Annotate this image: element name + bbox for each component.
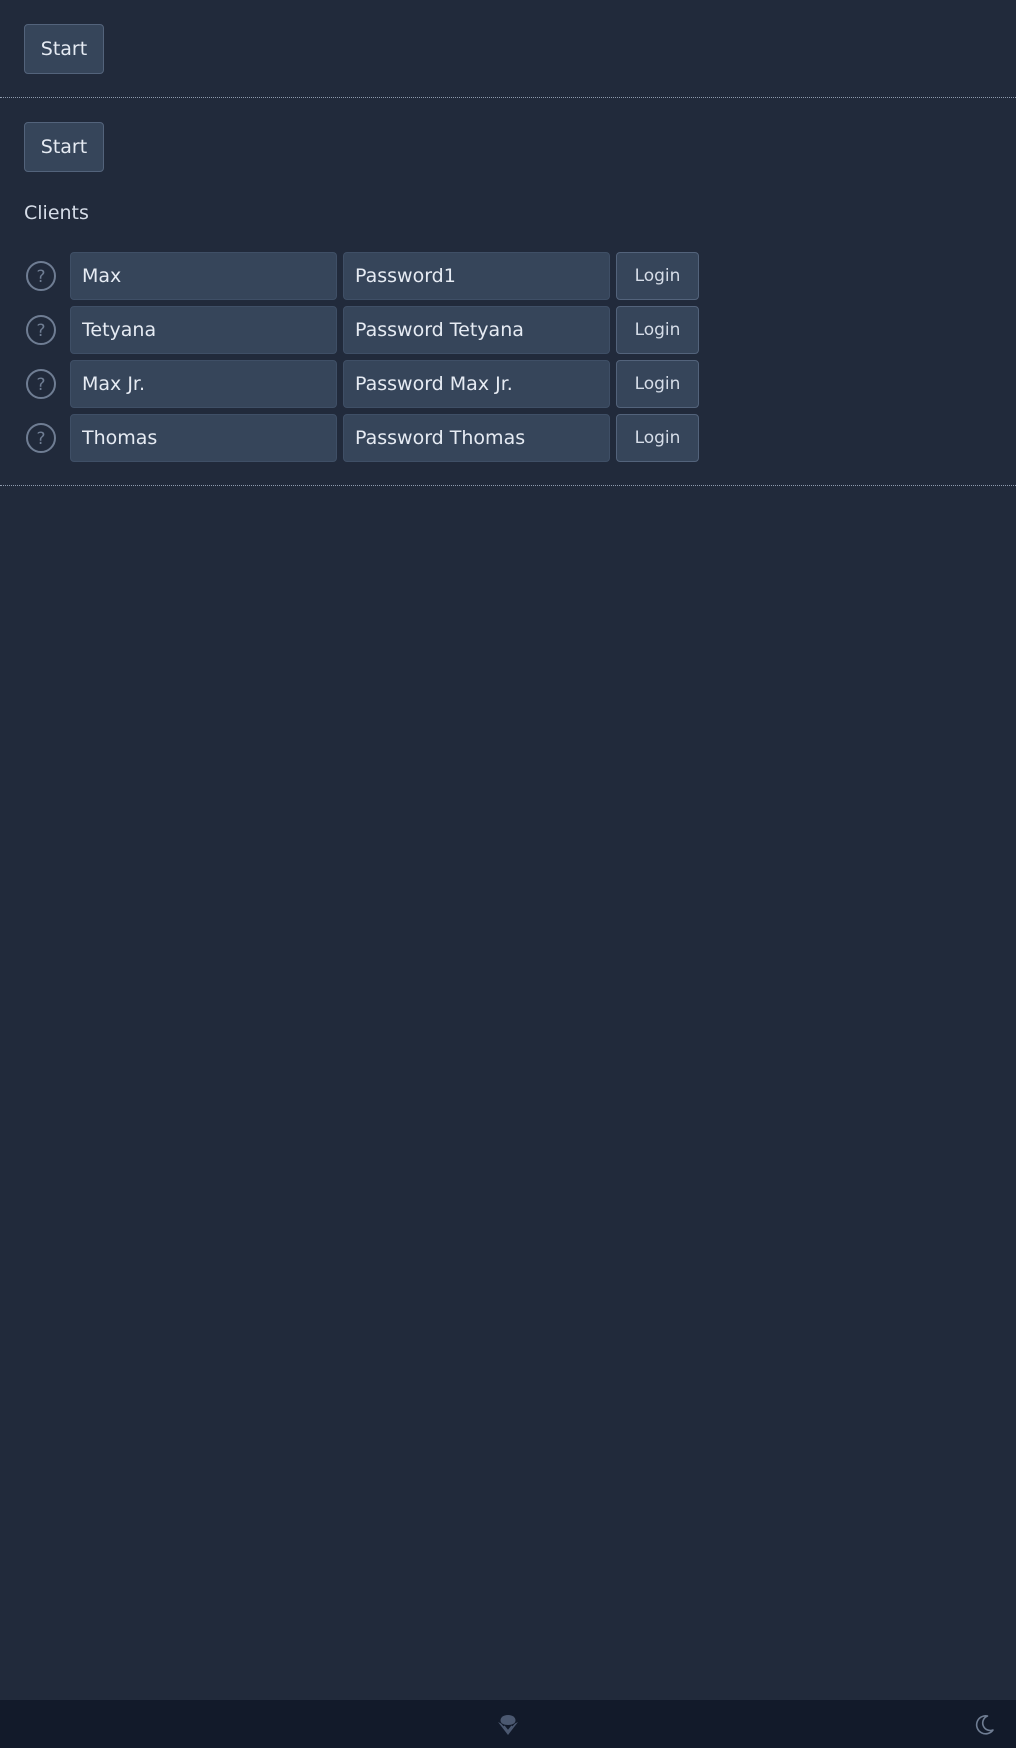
- start-button[interactable]: Start: [24, 122, 104, 172]
- client-password-field[interactable]: [343, 306, 610, 354]
- svg-text:?: ?: [36, 321, 45, 341]
- client-row: ? Login: [24, 360, 992, 408]
- client-password-field[interactable]: [343, 414, 610, 462]
- client-row: ? Login: [24, 414, 992, 462]
- login-button[interactable]: Login: [616, 414, 699, 462]
- client-row: ? Login: [24, 252, 992, 300]
- svg-text:?: ?: [36, 429, 45, 449]
- top-section: Start: [0, 0, 1016, 98]
- help-icon[interactable]: ?: [24, 259, 58, 293]
- help-icon[interactable]: ?: [24, 313, 58, 347]
- clients-heading: Clients: [24, 202, 89, 224]
- client-password-field[interactable]: [343, 252, 610, 300]
- login-button[interactable]: Login: [616, 252, 699, 300]
- client-password-field[interactable]: [343, 360, 610, 408]
- client-list: ? Login ? Login ? Login ?: [24, 252, 992, 462]
- start-button[interactable]: Start: [24, 24, 104, 74]
- client-name-field[interactable]: [70, 360, 337, 408]
- footer-bar: [0, 1700, 1016, 1748]
- client-name-field[interactable]: [70, 252, 337, 300]
- clients-section: Start Clients ? Login ? Login ? Login: [0, 98, 1016, 486]
- help-icon[interactable]: ?: [24, 421, 58, 455]
- login-button[interactable]: Login: [616, 306, 699, 354]
- moon-icon[interactable]: [972, 1713, 996, 1737]
- client-row: ? Login: [24, 306, 992, 354]
- help-icon[interactable]: ?: [24, 367, 58, 401]
- spade-logo-icon: [496, 1714, 520, 1736]
- login-button[interactable]: Login: [616, 360, 699, 408]
- svg-text:?: ?: [36, 267, 45, 287]
- client-name-field[interactable]: [70, 306, 337, 354]
- svg-text:?: ?: [36, 375, 45, 395]
- client-name-field[interactable]: [70, 414, 337, 462]
